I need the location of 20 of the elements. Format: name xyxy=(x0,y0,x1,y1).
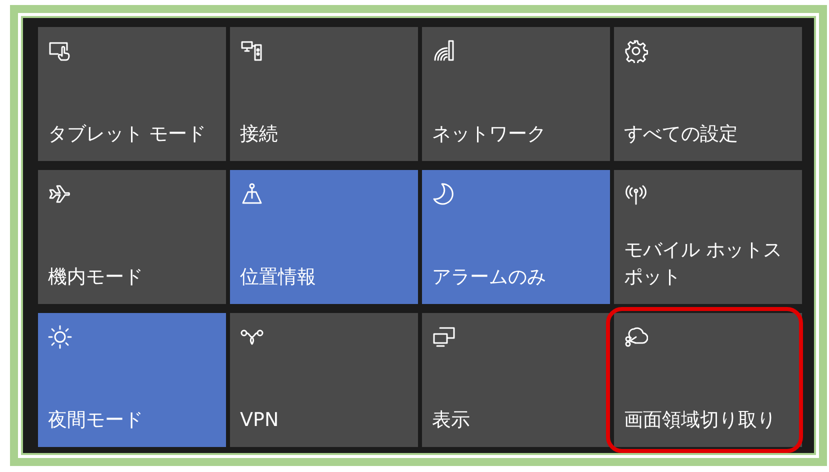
monitors-icon xyxy=(432,325,456,349)
settings-icon xyxy=(624,39,648,63)
quick-action-tile[interactable]: モバイル ホットスポット xyxy=(614,170,802,304)
devices-icon xyxy=(240,39,264,63)
quick-action-tile[interactable]: タブレット モード xyxy=(38,27,226,161)
scissors-cloud-icon xyxy=(624,325,648,349)
quick-action-tile[interactable]: ネットワーク xyxy=(422,27,610,161)
sun-icon xyxy=(48,325,72,349)
quick-action-tile[interactable]: 位置情報 xyxy=(230,170,418,304)
location-pin-icon xyxy=(240,182,264,206)
quick-action-tile[interactable]: 表示 xyxy=(422,313,610,447)
quick-action-tile[interactable]: すべての設定 xyxy=(614,27,802,161)
quick-action-tile[interactable]: VPN xyxy=(230,313,418,447)
network-icon xyxy=(432,39,456,63)
quick-action-tile[interactable]: 夜間モード xyxy=(38,313,226,447)
moon-icon xyxy=(432,182,456,206)
quick-action-tile[interactable]: 接続 xyxy=(230,27,418,161)
quick-action-tile[interactable]: 機内モード xyxy=(38,170,226,304)
quick-action-tile[interactable]: アラームのみ xyxy=(422,170,610,304)
quick-action-tile[interactable]: 画面領域切り取り xyxy=(614,313,802,447)
